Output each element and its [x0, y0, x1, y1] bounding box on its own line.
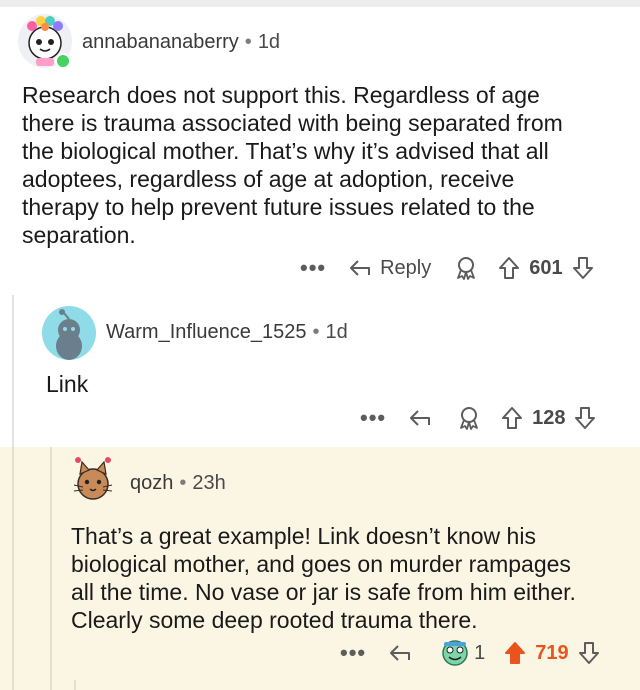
more-icon[interactable]: ••• [360, 405, 386, 431]
thread-line [50, 447, 52, 690]
upvote-button[interactable] [500, 405, 524, 431]
avatar[interactable] [42, 306, 96, 360]
username[interactable]: annabananaberry [82, 31, 239, 53]
top-divider [0, 0, 640, 7]
comment-line: all the time. No vase or jar is safe fro… [71, 579, 576, 605]
timestamp: 23h [192, 472, 226, 494]
award-icon[interactable] [453, 255, 479, 281]
vote-count: 601 [529, 256, 563, 279]
reply-label: Reply [380, 256, 432, 279]
reply-button[interactable] [408, 407, 434, 429]
meta-separator: • [312, 321, 320, 343]
comment-actions: ••• 128 [360, 403, 597, 433]
award-count: 1 [474, 641, 486, 664]
more-icon[interactable]: ••• [300, 255, 326, 281]
upvote-icon-active [505, 642, 526, 664]
upvote-icon [499, 257, 520, 279]
award-glyph [457, 257, 476, 280]
online-indicator [55, 53, 71, 69]
comment-body: Link [46, 370, 88, 398]
comment-body: Research does not support this. Regardle… [22, 81, 563, 249]
cat-avatar-icon [73, 457, 113, 500]
avatar[interactable] [66, 452, 120, 506]
thread-line [74, 680, 76, 690]
timestamp: 1d [325, 321, 348, 343]
comment-line: therapy to help prevent future issues re… [22, 194, 535, 220]
comment-line: Research does not support this. Regardle… [22, 82, 540, 108]
username[interactable]: Warm_Influence_1525 [106, 321, 307, 343]
reply-button[interactable]: Reply [348, 257, 431, 280]
vote-count: 128 [532, 406, 566, 429]
meta-separator: • [179, 472, 187, 494]
comment-actions: ••• 1 719 [340, 638, 601, 668]
comment-line: the biological mother. That’s why it’s a… [22, 138, 549, 164]
comment-line: separation. [22, 222, 136, 248]
upvote-button[interactable] [497, 255, 521, 281]
vote-count: 719 [535, 641, 569, 664]
emoji-award-icon [442, 640, 468, 666]
reply-icon [350, 260, 371, 276]
comment-meta: qozh • 23h [130, 472, 226, 495]
reply-icon [410, 410, 431, 426]
thread-line [12, 447, 14, 690]
comment-line: there is trauma associated with being se… [22, 110, 563, 136]
reply-icon [390, 645, 411, 661]
comment-meta: annabananaberry • 1d [82, 31, 280, 54]
downvote-button[interactable] [573, 405, 597, 431]
downvote-icon [572, 257, 593, 279]
comment-body: That’s a great example! Link doesn’t kno… [71, 522, 576, 634]
award-glyph [460, 407, 479, 430]
meta-separator: • [244, 31, 252, 53]
timestamp: 1d [257, 31, 281, 53]
award-icon[interactable] [456, 405, 482, 431]
comment-actions: ••• Reply 601 [300, 253, 595, 283]
downvote-icon [575, 407, 596, 429]
comment-meta: Warm_Influence_1525 • 1d [106, 321, 348, 344]
comment-line: adoptees, regardless of age at adoption,… [22, 166, 515, 192]
award-button[interactable]: 1 [440, 639, 485, 667]
snoo-avatar-icon [56, 309, 82, 360]
reply-button[interactable] [388, 642, 414, 664]
comment-line: Clearly some deep rooted trauma there. [71, 607, 478, 633]
downvote-button[interactable] [577, 640, 601, 666]
comment-line: That’s a great example! Link doesn’t kno… [71, 523, 536, 549]
upvote-icon [502, 407, 523, 429]
downvote-button[interactable] [571, 255, 595, 281]
comment-line: biological mother, and goes on murder ra… [71, 551, 571, 577]
comment-line: Link [46, 371, 89, 397]
upvote-button[interactable] [503, 640, 527, 666]
username[interactable]: qozh [130, 472, 173, 494]
more-icon[interactable]: ••• [340, 640, 366, 666]
downvote-icon [578, 642, 599, 664]
